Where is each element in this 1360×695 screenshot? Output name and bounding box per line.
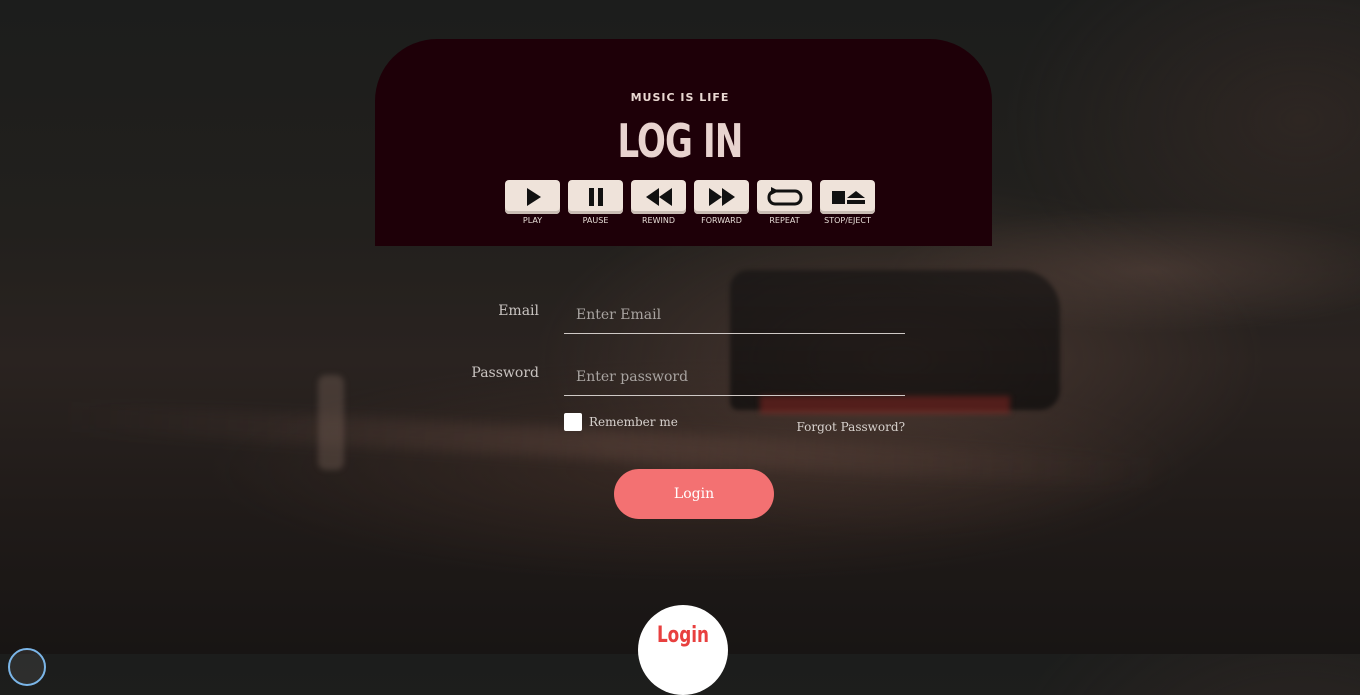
rewind-icon xyxy=(631,180,686,214)
email-field[interactable] xyxy=(564,296,905,334)
control-label: STOP/EJECT xyxy=(824,216,871,225)
control-label: PAUSE xyxy=(582,216,609,225)
control-pause: PAUSE xyxy=(568,180,623,225)
control-label: REWIND xyxy=(641,216,676,225)
player-controls: PLAY PAUSE REWIND FORWARD REPEAT STOP/EJ… xyxy=(505,180,875,225)
control-label: PLAY xyxy=(522,216,543,225)
control-repeat: REPEAT xyxy=(757,180,812,225)
email-label: Email xyxy=(498,303,539,319)
control-play: PLAY xyxy=(505,180,560,225)
tagline: MUSIC IS LIFE xyxy=(630,91,730,104)
control-stop-eject: STOP/EJECT xyxy=(820,180,875,225)
control-forward: FORWARD xyxy=(694,180,749,225)
remember-me-checkbox[interactable] xyxy=(564,413,582,431)
forgot-password-link[interactable]: Forgot Password? xyxy=(790,420,905,434)
page-title: LOG IN xyxy=(617,114,744,168)
repeat-icon xyxy=(757,180,812,214)
pause-icon xyxy=(568,180,623,214)
control-label: REPEAT xyxy=(769,216,800,225)
login-bubble-label: Login xyxy=(656,623,710,648)
stop-eject-icon xyxy=(820,180,875,214)
background-tonearm-accent xyxy=(760,396,1010,414)
play-icon xyxy=(505,180,560,214)
control-label: FORWARD xyxy=(701,216,742,225)
remember-me-label: Remember me xyxy=(589,415,678,429)
background-post xyxy=(318,375,344,470)
login-button[interactable]: Login xyxy=(614,469,774,519)
forward-icon xyxy=(694,180,749,214)
password-field[interactable] xyxy=(564,358,905,396)
login-bubble[interactable]: Login xyxy=(638,605,728,695)
password-label: Password xyxy=(471,365,539,381)
control-rewind: REWIND xyxy=(631,180,686,225)
